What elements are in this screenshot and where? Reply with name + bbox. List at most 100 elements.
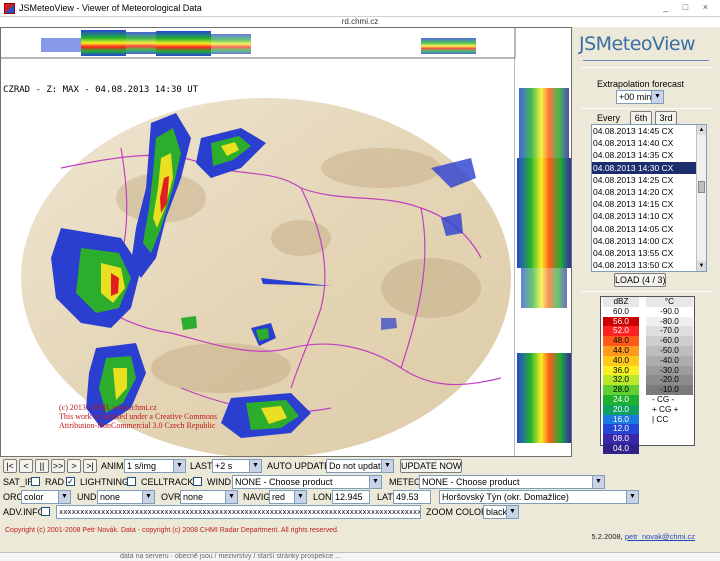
temp-legend-cell: -40.0 — [646, 355, 693, 366]
time-list-item[interactable]: 04.08.2013 14:15 CX — [592, 198, 706, 210]
scroll-thumb[interactable] — [698, 181, 705, 193]
adv-info-checkbox[interactable] — [41, 507, 50, 516]
und-value: none — [100, 492, 121, 502]
extrapolation-value: +00 min — [619, 92, 652, 102]
lon-input[interactable]: 12.945 — [332, 490, 370, 504]
wind-label: WIND — [207, 477, 231, 487]
prev-frame-button[interactable]: < — [19, 459, 33, 473]
temp-legend-cell: -30.0 — [646, 365, 693, 376]
anim-label: ANIM — [101, 461, 124, 471]
email-link[interactable]: petr_novak@chmi.cz — [625, 532, 695, 541]
scroll-up-icon[interactable]: ▲ — [697, 125, 706, 135]
time-list-item[interactable]: 04.08.2013 14:10 CX — [592, 210, 706, 222]
footer-copyright: Copyright (c) 2001-2008 Petr Novák. Data… — [5, 527, 339, 534]
brand-logo: JSMeteoView — [579, 33, 696, 55]
last-select[interactable]: +2 s ▼ — [212, 459, 262, 473]
load-button[interactable]: LOAD (4 / 3) — [614, 273, 666, 287]
first-frame-button[interactable]: |< — [3, 459, 17, 473]
autoupdate-select[interactable]: Do not update ▼ — [326, 459, 394, 473]
time-list-item[interactable]: 04.08.2013 13:55 CX — [592, 247, 706, 259]
control-panel: JSMeteoView Extrapolation forecast +00 m… — [573, 27, 720, 457]
window-controls[interactable]: _ □ × — [663, 2, 714, 12]
chevron-down-icon: ▼ — [651, 91, 663, 103]
dbz-legend-cell: 48.0 — [603, 336, 639, 346]
update-now-button[interactable]: UPDATE NOW — [400, 459, 462, 473]
navig-label: NAVIG — [243, 492, 271, 502]
time-list-item[interactable]: 04.08.2013 14:05 CX — [592, 223, 706, 235]
wind-select[interactable]: NONE - Choose product ▼ — [232, 475, 382, 489]
rad-checkbox[interactable]: ✓ — [66, 477, 75, 486]
zoom-color-value: black — [486, 507, 508, 517]
dbz-legend-cell: 12.0 — [603, 424, 639, 435]
footer-date: 5.2.2008, — [591, 532, 623, 541]
dbz-legend-cell: 24.0 — [603, 394, 639, 405]
location-select[interactable]: Horšovský Týn (okr. Domažlice) ▼ — [439, 490, 639, 504]
temp-legend-cell: -60.0 — [646, 336, 693, 346]
time-list-item[interactable]: 04.08.2013 14:45 CX — [592, 125, 706, 137]
anim-speed-select[interactable]: 1 s/img ▼ — [124, 459, 186, 473]
time-list-item[interactable]: 04.08.2013 14:20 CX — [592, 186, 706, 198]
chevron-down-icon: ▼ — [142, 491, 154, 503]
background-page-strip: data na serveru · obecně jsou / mezivrst… — [0, 552, 720, 561]
time-list[interactable]: 04.08.2013 14:45 CX 04.08.2013 14:40 CX 04… — [591, 124, 707, 272]
time-list-item[interactable]: 04.08.2013 14:35 CX — [592, 149, 706, 161]
dbz-legend-cell: 36.0 — [603, 365, 639, 376]
und-select[interactable]: none ▼ — [97, 490, 155, 504]
dbz-legend-cell: 08.0 — [603, 434, 639, 444]
temp-legend-cell: -90.0 — [646, 306, 693, 317]
radar-map[interactable]: CZRAD - Z: MAX - 04.08.2013 14:30 UT (c)… — [0, 27, 572, 457]
dbz-scale: dBZ 60.0 56.0 52.0 48.0 44.0 40.0 36.0 32.0 28.0… — [603, 297, 639, 454]
divider — [581, 108, 713, 109]
chevron-down-icon: ▼ — [626, 491, 638, 503]
dbz-header: dBZ — [603, 297, 639, 307]
rad-label: RAD — [45, 477, 65, 487]
app-icon — [4, 2, 15, 14]
zoom-color-select[interactable]: black ▼ — [483, 505, 519, 519]
every-3rd-button[interactable]: 3rd — [655, 111, 677, 125]
sat-ir-checkbox[interactable] — [31, 477, 40, 486]
time-list-item[interactable]: 04.08.2013 14:25 CX — [592, 174, 706, 186]
dbz-legend-cell: 16.0 — [603, 414, 639, 425]
divider — [581, 291, 713, 292]
last-frame-button[interactable]: >| — [83, 459, 97, 473]
play-button[interactable]: >> — [51, 459, 65, 473]
chevron-down-icon: ▼ — [369, 476, 381, 488]
scroll-down-icon[interactable]: ▼ — [697, 261, 706, 271]
meteo-label: METEO — [389, 477, 422, 487]
chevron-down-icon: ▼ — [58, 491, 70, 503]
oro-select[interactable]: color ▼ — [21, 490, 71, 504]
time-list-item[interactable]: 04.08.2013 14:40 CX — [592, 137, 706, 149]
time-list-item[interactable]: 04.08.2013 14:00 CX — [592, 235, 706, 247]
adv-info-label: ADV.INFO — [3, 507, 45, 517]
next-frame-button[interactable]: > — [67, 459, 81, 473]
time-list-scrollbar[interactable]: ▲ ▼ — [696, 125, 706, 271]
lat-label: LAT — [377, 492, 393, 502]
time-list-item[interactable]: 04.08.2013 13:50 CX — [592, 259, 706, 271]
map-copyright-3: Attribution-NonCommercial 3.0 Czech Repu… — [59, 421, 216, 430]
und-label: UND — [77, 492, 97, 502]
map-caption: CZRAD - Z: MAX - 04.08.2013 14:30 UT — [3, 85, 199, 95]
time-list-item[interactable]: 04.08.2013 14:30 CX — [592, 161, 706, 174]
pause-button[interactable]: || — [35, 459, 49, 473]
every-6th-button[interactable]: 6th — [630, 111, 652, 125]
chevron-down-icon: ▼ — [592, 476, 604, 488]
extrapolation-select[interactable]: +00 min ▼ — [616, 90, 664, 104]
brand-underline — [583, 60, 709, 61]
lat-input[interactable]: 49.53 — [393, 490, 431, 504]
chevron-down-icon: ▼ — [506, 506, 518, 518]
lightning-legend-cg-minus: - CG - — [646, 394, 693, 405]
meteo-select[interactable]: NONE - Choose product ▼ — [419, 475, 605, 489]
adv-info-field[interactable]: xxxxxxxxxxxxxxxxxxxxxxxxxxxxxxxxxxxxxxxx… — [56, 505, 421, 519]
navig-select[interactable]: red ▼ — [269, 490, 307, 504]
lightning-checkbox[interactable] — [127, 477, 136, 486]
extrapolation-label: Extrapolation forecast — [597, 79, 685, 89]
ovr-select[interactable]: none ▼ — [180, 490, 238, 504]
oro-value: color — [24, 492, 44, 502]
every-label: Every — [597, 113, 621, 123]
celltrack-checkbox[interactable] — [193, 477, 202, 486]
temp-legend-cell: -80.0 — [646, 316, 693, 327]
wind-value: NONE - Choose product — [235, 477, 333, 487]
zoom-color-label: ZOOM COLOR — [426, 507, 488, 517]
chevron-down-icon: ▼ — [249, 460, 261, 472]
dbz-legend-cell: 52.0 — [603, 326, 639, 337]
